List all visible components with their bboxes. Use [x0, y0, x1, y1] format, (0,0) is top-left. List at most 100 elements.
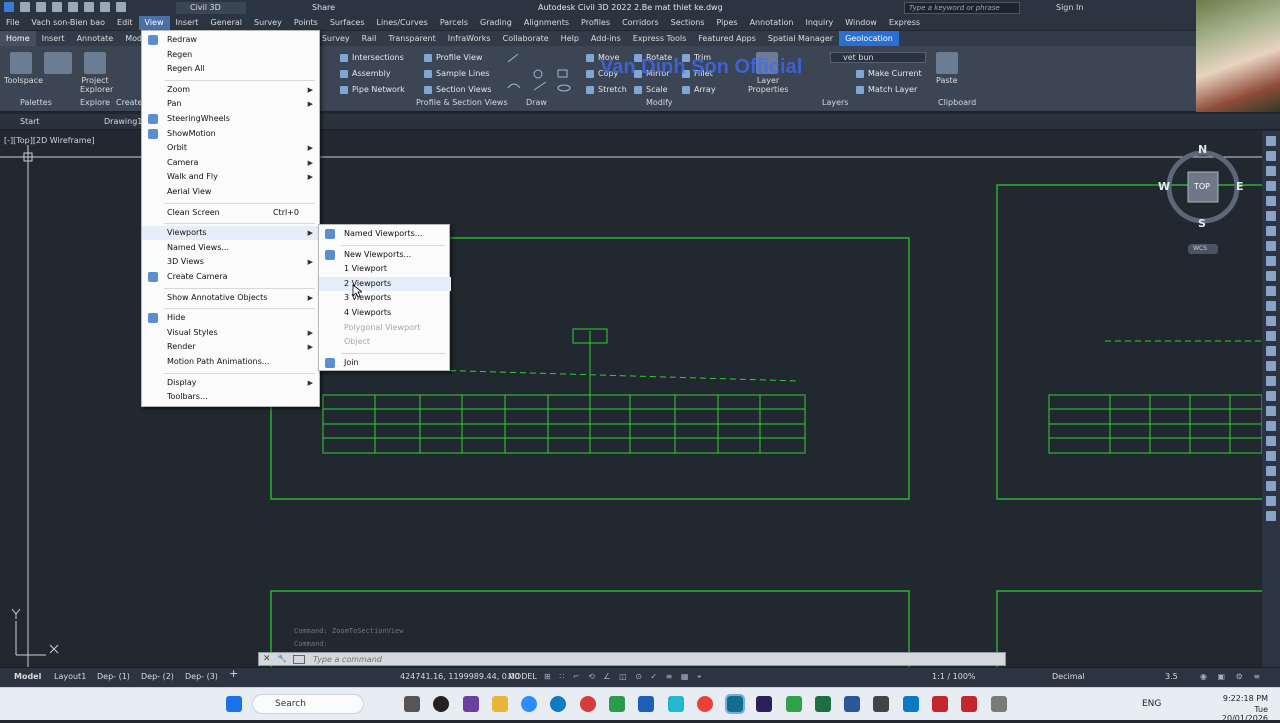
layers-panel-label[interactable]: Layers	[822, 98, 848, 107]
sign-in-button[interactable]: Sign In	[1056, 2, 1083, 14]
app-icon[interactable]	[873, 696, 889, 712]
redo-icon[interactable]	[116, 2, 126, 12]
undo-icon[interactable]	[100, 2, 110, 12]
menu-item-regen-all[interactable]: Regen All	[142, 62, 321, 76]
palette-tool-icon[interactable]	[1266, 211, 1276, 221]
menu-item-2-viewports[interactable]: 2 Viewports	[319, 276, 451, 291]
palette-tool-icon[interactable]	[1266, 196, 1276, 206]
app-icon[interactable]	[668, 696, 684, 712]
media-player-icon[interactable]	[433, 696, 449, 712]
viewcube-top-label[interactable]: TOP	[1194, 182, 1210, 191]
palette-tool-icon[interactable]	[1266, 181, 1276, 191]
toolspace-button[interactable]: Toolspace	[4, 76, 43, 85]
ribbon-tab-add-ins[interactable]: Add-ins	[585, 31, 627, 46]
menu-file[interactable]: File	[0, 16, 25, 30]
modify-panel-label[interactable]: Modify	[646, 98, 673, 107]
menu-item-render[interactable]: Render ▶	[142, 340, 321, 354]
menu-item-new-viewports[interactable]: New Viewports...	[319, 248, 451, 262]
command-line[interactable]: ✕ 🔧 Type a command	[258, 652, 1006, 666]
menu-item-show-annotative-objects[interactable]: Show Annotative Objects ▶	[142, 291, 321, 305]
menu-item-display[interactable]: Display ▶	[142, 376, 321, 390]
menu-item-create-camera[interactable]: Create Camera	[142, 270, 321, 284]
app-icon[interactable]	[932, 696, 948, 712]
task-view-icon[interactable]	[404, 696, 420, 712]
tab-model[interactable]: Model	[14, 672, 41, 682]
share-button[interactable]: Share	[312, 2, 335, 14]
viewcube-west[interactable]: W	[1158, 180, 1170, 193]
ribbon-tab-featured-apps[interactable]: Featured Apps	[692, 31, 762, 46]
match-layer-button[interactable]: Match Layer	[856, 85, 917, 95]
menu-general[interactable]: General	[204, 16, 248, 30]
menu-item-showmotion[interactable]: ShowMotion	[142, 127, 321, 141]
menu-item-3d-views[interactable]: 3D Views ▶	[142, 255, 321, 269]
menu-lines-curves[interactable]: Lines/Curves	[371, 16, 434, 30]
zoom-icon[interactable]	[521, 696, 537, 712]
menu-survey[interactable]: Survey	[248, 16, 288, 30]
app-menu-icon[interactable]	[4, 2, 14, 12]
menu-item-3-viewports[interactable]: 3 Viewports	[319, 291, 451, 305]
menu-item-clean-screen[interactable]: Clean Screen Ctrl+0	[142, 206, 321, 220]
coordinates-readout[interactable]: 424741.16, 1199989.44, 0.00	[400, 672, 520, 682]
menu-item-walk-and-fly[interactable]: Walk and Fly ▶	[142, 170, 321, 184]
menu-profiles[interactable]: Profiles	[575, 16, 616, 30]
menu-parcels[interactable]: Parcels	[434, 16, 474, 30]
menu-grading[interactable]: Grading	[474, 16, 518, 30]
palette-tool-icon[interactable]	[1266, 241, 1276, 251]
taskbar-search[interactable]: Search	[252, 694, 364, 714]
palette-tool-icon[interactable]	[1266, 376, 1276, 386]
save-icon[interactable]	[52, 2, 62, 12]
palette-tool-icon[interactable]	[1266, 151, 1276, 161]
menu-item-named-views[interactable]: Named Views...	[142, 241, 321, 255]
recent-commands-icon[interactable]	[293, 655, 305, 664]
ribbon-tab-transparent[interactable]: Transparent	[382, 31, 441, 46]
tab-drawing1[interactable]: Drawing1*	[104, 117, 146, 127]
viewcube-north[interactable]: N	[1198, 143, 1207, 156]
ribbon-tab-annotate[interactable]: Annotate	[71, 31, 120, 46]
menu-pipes[interactable]: Pipes	[711, 16, 744, 30]
menu-inquiry[interactable]: Inquiry	[799, 16, 839, 30]
palette-tool-icon[interactable]	[1266, 166, 1276, 176]
app-icon[interactable]	[991, 696, 1007, 712]
menu-item-camera[interactable]: Camera ▶	[142, 156, 321, 170]
palette-tool-icon[interactable]	[1266, 481, 1276, 491]
model-space-button[interactable]: MODEL	[508, 672, 537, 682]
draw-panel-label[interactable]: Draw	[526, 98, 547, 107]
menu-item-aerial-view[interactable]: Aerial View	[142, 185, 321, 199]
help-search-input[interactable]: Type a keyword or phrase	[904, 2, 1020, 14]
menu-item-redraw[interactable]: Redraw	[142, 33, 321, 47]
menu-corridors[interactable]: Corridors	[616, 16, 665, 30]
ribbon-tab-home[interactable]: Home	[0, 31, 36, 46]
draw-tools[interactable]	[506, 52, 576, 94]
menu-vach-son-bien-bao[interactable]: Vach son-Bien bao	[25, 16, 111, 30]
ribbon-tab-collaborate[interactable]: Collaborate	[497, 31, 555, 46]
sample-lines-button[interactable]: Sample Lines	[424, 69, 489, 79]
app-icon[interactable]	[463, 696, 479, 712]
language-indicator[interactable]: ENG	[1142, 699, 1161, 709]
palette-tool-icon[interactable]	[1266, 406, 1276, 416]
stretch-button[interactable]: Stretch	[586, 85, 627, 95]
tab-dep-1[interactable]: Dep- (1)	[97, 672, 130, 682]
menu-points[interactable]: Points	[288, 16, 324, 30]
menu-item-named-viewports[interactable]: Named Viewports...	[319, 227, 451, 241]
menu-item-4-viewports[interactable]: 4 Viewports	[319, 306, 451, 320]
palette-tool-icon[interactable]	[1266, 316, 1276, 326]
menu-express[interactable]: Express	[883, 16, 926, 30]
menu-item-orbit[interactable]: Orbit ▶	[142, 141, 321, 155]
menu-item-join[interactable]: Join	[319, 356, 451, 370]
tab-start[interactable]: Start	[20, 117, 40, 127]
app-icon[interactable]	[638, 696, 654, 712]
new-file-icon[interactable]	[20, 2, 30, 12]
paste-button[interactable]: Paste	[936, 76, 958, 85]
wcs-label[interactable]: WCS	[1193, 245, 1207, 252]
menu-item-regen[interactable]: Regen	[142, 48, 321, 62]
assembly-button[interactable]: Assembly	[340, 69, 391, 79]
palette-tool-icon[interactable]	[1266, 301, 1276, 311]
palette-tool-icon[interactable]	[1266, 136, 1276, 146]
viewcube-east[interactable]: E	[1236, 180, 1244, 193]
word-icon[interactable]	[844, 696, 860, 712]
layer-dropdown[interactable]: vet bun	[830, 52, 926, 63]
menu-item-steeringwheels[interactable]: SteeringWheels	[142, 112, 321, 126]
tab-dep-3[interactable]: Dep- (3)	[185, 672, 218, 682]
menu-window[interactable]: Window	[839, 16, 883, 30]
app-icon[interactable]	[903, 696, 919, 712]
